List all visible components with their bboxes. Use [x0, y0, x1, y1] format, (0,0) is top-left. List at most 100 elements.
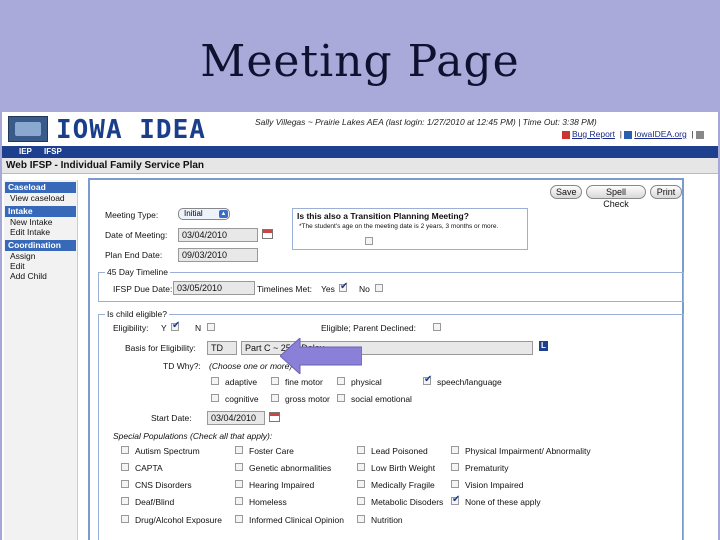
sp-physical-impairment-abnormality-label: Physical Impairment/ Abnormality — [465, 446, 591, 456]
page-header: Web IFSP - Individual Family Service Pla… — [2, 158, 718, 174]
sp-medically-fragile-checkbox[interactable] — [357, 480, 365, 488]
eligibility-n-label: N — [195, 323, 202, 333]
main-form: Save Spell Check Print Meeting Type: Ini… — [88, 178, 684, 540]
meeting-type-value: Initial — [184, 209, 203, 218]
header-links: Bug Report | IowaIDEA.org | — [562, 129, 706, 139]
tab-iep[interactable]: IEP — [19, 146, 32, 158]
sp-prematurity-checkbox[interactable] — [451, 463, 459, 471]
sp-capta-label: CAPTA — [135, 463, 163, 473]
td-social-emotional-label: social emotional — [351, 394, 412, 404]
eligibility-n-checkbox[interactable] — [207, 323, 215, 331]
timelines-met-yes-checkbox[interactable] — [339, 281, 348, 292]
sp-informed-clinical-opinion-checkbox[interactable] — [235, 515, 243, 523]
slide-title-band: Meeting Page — [0, 0, 720, 112]
eligibility-legend: Is child eligible? — [105, 309, 170, 319]
sidebar-item-view-caseload[interactable]: View caseload — [10, 193, 77, 203]
eligibility-y-checkbox[interactable] — [171, 320, 180, 331]
sp-none-of-these-apply-checkbox[interactable] — [451, 494, 460, 505]
sp-none-of-these-apply-label: None of these apply — [465, 497, 541, 507]
sidebar-item-edit[interactable]: Edit — [10, 261, 77, 271]
timelines-met-no-label: No — [359, 284, 370, 294]
sidebar-item-add-child[interactable]: Add Child — [10, 271, 77, 281]
sp-homeless-label: Homeless — [249, 497, 287, 507]
app-screenshot: IOWA IDEA Sally Villegas ~ Prairie Lakes… — [2, 112, 718, 540]
sp-deaf-blind-checkbox[interactable] — [121, 497, 129, 505]
sidebar: Caseload View caseload Intake New Intake… — [4, 180, 78, 540]
save-button[interactable]: Save — [550, 185, 582, 199]
sp-hearing-impaired-label: Hearing Impaired — [249, 480, 315, 490]
sp-nutrition-checkbox[interactable] — [357, 515, 365, 523]
td-speech-language-label: speech/language — [437, 377, 502, 387]
eligibility-label: Eligibility: — [113, 323, 149, 333]
sp-low-birth-weight-checkbox[interactable] — [357, 463, 365, 471]
app-header: IOWA IDEA Sally Villegas ~ Prairie Lakes… — [2, 112, 718, 146]
td-physical-label: physical — [351, 377, 382, 387]
bug-report-link[interactable]: Bug Report — [572, 129, 615, 139]
td-gross-motor-label: gross motor — [285, 394, 330, 404]
spell-check-button[interactable]: Spell Check — [586, 185, 646, 209]
basis-label: Basis for Eligibility: — [125, 343, 196, 353]
transition-checkbox[interactable] — [365, 237, 373, 245]
td-cognitive-checkbox[interactable] — [211, 394, 219, 402]
logout-icon[interactable] — [696, 130, 705, 139]
meeting-type-select[interactable]: Initial ▲ — [178, 208, 230, 220]
lookup-button[interactable]: L — [539, 341, 548, 351]
basis-code-field[interactable]: TD — [207, 341, 237, 355]
eligibility-y-label: Y — [161, 323, 167, 333]
td-gross-motor-checkbox[interactable] — [271, 394, 279, 402]
sp-hearing-impaired-checkbox[interactable] — [235, 480, 243, 488]
sp-genetic-abnormalities-label: Genetic abnormalities — [249, 463, 332, 473]
td-why-label: TD Why?: — [163, 361, 201, 371]
sp-homeless-checkbox[interactable] — [235, 497, 243, 505]
timeline-legend: 45 Day Timeline — [105, 267, 170, 277]
sidebar-item-assign[interactable]: Assign — [10, 251, 77, 261]
sidebar-item-edit-intake[interactable]: Edit Intake — [10, 227, 77, 237]
transition-question: Is this also a Transition Planning Meeti… — [297, 211, 469, 221]
sp-metabolic-disoders-checkbox[interactable] — [357, 497, 365, 505]
sp-prematurity-label: Prematurity — [465, 463, 509, 473]
td-fine-motor-checkbox[interactable] — [271, 377, 279, 385]
td-adaptive-label: adaptive — [225, 377, 258, 387]
sidebar-item-new-intake[interactable]: New Intake — [10, 217, 77, 227]
sp-nutrition-label: Nutrition — [371, 515, 403, 525]
sp-physical-impairment-abnormality-checkbox[interactable] — [451, 446, 459, 454]
td-adaptive-checkbox[interactable] — [211, 377, 219, 385]
sp-genetic-abnormalities-checkbox[interactable] — [235, 463, 243, 471]
meeting-date-field[interactable]: 03/04/2010 — [178, 228, 258, 242]
iowaidea-link[interactable]: IowaIDEA.org — [634, 129, 686, 139]
start-date-field[interactable]: 03/04/2010 — [207, 411, 265, 425]
plan-end-date-label: Plan End Date: — [105, 250, 163, 260]
tab-ifsp[interactable]: IFSP — [44, 146, 62, 158]
parent-declined-label: Eligible; Parent Declined: — [321, 323, 416, 333]
timeline-fieldset: 45 Day Timeline IFSP Due Date: 03/05/201… — [98, 267, 684, 302]
print-button[interactable]: Print — [650, 185, 682, 199]
pointer-arrow-icon — [280, 338, 362, 374]
sidebar-header-coordination: Coordination — [5, 240, 76, 251]
meeting-type-label: Meeting Type: — [105, 210, 159, 220]
sp-drug-alcohol-exposure-checkbox[interactable] — [121, 515, 129, 523]
td-cognitive-label: cognitive — [225, 394, 259, 404]
sp-cns-disorders-label: CNS Disorders — [135, 480, 192, 490]
special-populations-label: Special Populations (Check all that appl… — [113, 431, 272, 441]
app-logo-text: IOWA IDEA — [56, 115, 206, 145]
bug-icon — [562, 130, 570, 139]
timelines-met-no-checkbox[interactable] — [375, 284, 383, 292]
td-physical-checkbox[interactable] — [337, 377, 345, 385]
sp-foster-care-checkbox[interactable] — [235, 446, 243, 454]
sp-capta-checkbox[interactable] — [121, 463, 129, 471]
parent-declined-checkbox[interactable] — [433, 323, 441, 331]
sp-vision-impaired-checkbox[interactable] — [451, 480, 459, 488]
td-social-emotional-checkbox[interactable] — [337, 394, 345, 402]
sp-cns-disorders-checkbox[interactable] — [121, 480, 129, 488]
sp-autism-spectrum-label: Autism Spectrum — [135, 446, 200, 456]
calendar-icon[interactable] — [262, 229, 273, 239]
sp-autism-spectrum-checkbox[interactable] — [121, 446, 129, 454]
td-speech-language-checkbox[interactable] — [423, 374, 432, 385]
slide-title: Meeting Page — [200, 35, 520, 87]
sp-medically-fragile-label: Medically Fragile — [371, 480, 435, 490]
ifsp-due-date-field[interactable]: 03/05/2010 — [173, 281, 255, 295]
sp-deaf-blind-label: Deaf/Blind — [135, 497, 175, 507]
plan-end-date-field[interactable]: 09/03/2010 — [178, 248, 258, 262]
sp-lead-poisoned-checkbox[interactable] — [357, 446, 365, 454]
start-date-calendar-icon[interactable] — [269, 412, 280, 422]
